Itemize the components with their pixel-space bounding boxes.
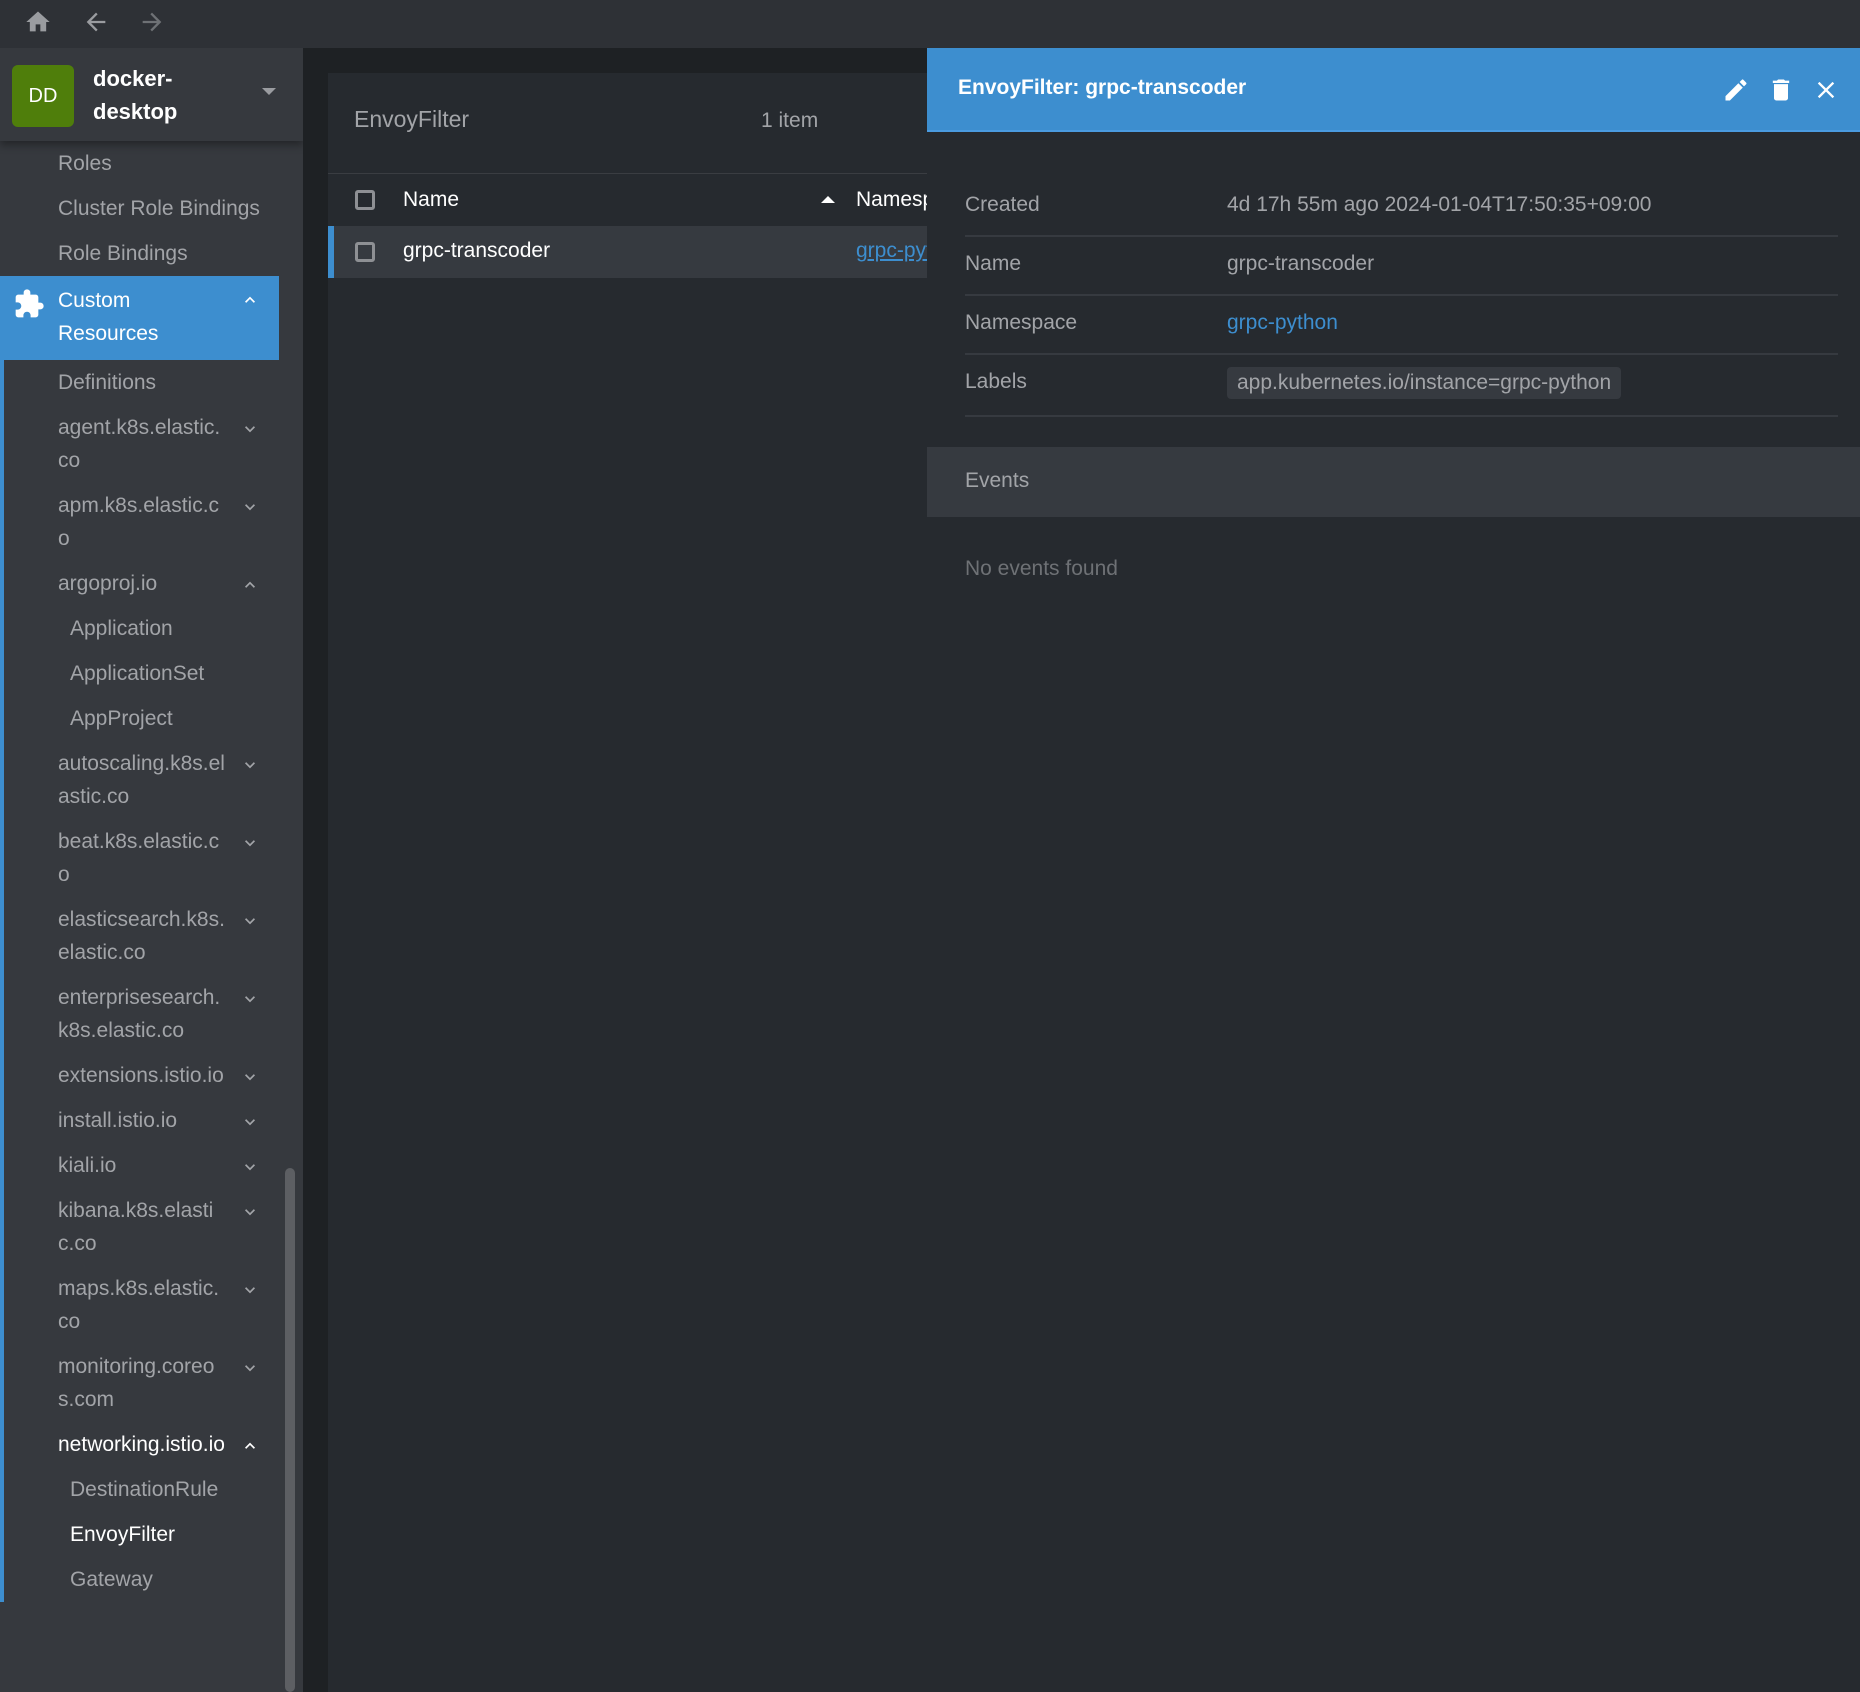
chevron-down-icon (245, 1074, 255, 1081)
chevron-down-icon (245, 426, 255, 433)
sidebar-item-custom-resources[interactable]: Custom Resources (0, 276, 279, 360)
created-value: 4d 17h 55m ago 2024-01-04T17:50:35+09:00 (1227, 193, 1652, 216)
details-header: EnvoyFilter: grpc-transcoder (927, 48, 1860, 132)
sidebar-group-networking-istio[interactable]: networking.istio.io (4, 1422, 303, 1467)
namespace-link[interactable]: grpc-python (1227, 311, 1338, 335)
trash-icon (1772, 79, 1790, 101)
sidebar-group-enterprisesearch[interactable]: enterprisesearch.k8s.elastic.co (4, 975, 303, 1053)
delete-button[interactable] (1765, 74, 1797, 106)
chevron-down-icon (245, 1287, 255, 1294)
puzzle-icon (15, 289, 44, 318)
chevron-down-icon (245, 1365, 255, 1372)
sidebar-group-agent[interactable]: agent.k8s.elastic.co (4, 405, 303, 483)
custom-resources-subtree: Definitions agent.k8s.elastic.co apm.k8s… (0, 360, 303, 1602)
cluster-avatar: DD (12, 65, 74, 127)
chevron-down-icon (245, 1164, 255, 1171)
sidebar-item-applicationset[interactable]: ApplicationSet (4, 651, 303, 696)
close-button[interactable] (1810, 74, 1842, 106)
row-checkbox[interactable] (355, 242, 375, 262)
chevron-up-icon (245, 1442, 255, 1449)
details-panel: EnvoyFilter: grpc-transcoder Created 4d … (927, 48, 1860, 1692)
sidebar-item-envoyfilter[interactable]: EnvoyFilter (4, 1512, 303, 1557)
sidebar-item-appproject[interactable]: AppProject (4, 696, 303, 741)
cluster-selector[interactable]: DD docker-desktop (0, 48, 303, 141)
resource-list-panel: EnvoyFilter 1 item Name Namespace grpc-t… (328, 73, 968, 1692)
sidebar-group-beat[interactable]: beat.k8s.elastic.co (4, 819, 303, 897)
detail-row-created: Created 4d 17h 55m ago 2024-01-04T17:50:… (965, 178, 1838, 237)
no-events-message: No events found (965, 557, 1118, 580)
sidebar-group-extensions-istio[interactable]: extensions.istio.io (4, 1053, 303, 1098)
created-label: Created (965, 193, 1040, 216)
chevron-down-icon (245, 1209, 255, 1216)
back-button[interactable] (78, 4, 114, 40)
details-title: EnvoyFilter: grpc-transcoder (958, 76, 1247, 99)
name-label: Name (965, 252, 1022, 275)
sidebar-item-roles[interactable]: Roles (0, 141, 303, 186)
sidebar-group-monitoring[interactable]: monitoring.coreos.com (4, 1344, 303, 1422)
chevron-down-icon (245, 504, 255, 511)
events-title: Events (965, 469, 1030, 492)
table-header: Name Namespace (328, 173, 968, 225)
sidebar-item-cluster-role-bindings[interactable]: Cluster Role Bindings (0, 186, 303, 231)
sidebar-group-apm[interactable]: apm.k8s.elastic.co (4, 483, 303, 561)
column-header-name[interactable]: Name (403, 188, 459, 212)
sidebar-group-kiali[interactable]: kiali.io (4, 1143, 303, 1188)
chevron-down-icon (245, 1119, 255, 1126)
chevron-down-icon (245, 762, 255, 769)
detail-row-namespace: Namespace grpc-python (965, 296, 1838, 355)
sort-ascending-icon[interactable] (821, 196, 835, 203)
sidebar-item-definitions[interactable]: Definitions (4, 360, 303, 405)
chevron-down-icon (245, 918, 255, 925)
sidebar-group-argoproj[interactable]: argoproj.io (4, 561, 303, 606)
sidebar-item-application[interactable]: Application (4, 606, 303, 651)
sidebar-group-autoscaling[interactable]: autoscaling.k8s.elastic.co (4, 741, 303, 819)
top-bar (0, 0, 1860, 48)
sidebar-gutter (303, 48, 328, 1692)
list-title: EnvoyFilter (354, 106, 470, 132)
item-count: 1 item (761, 109, 819, 132)
sidebar-item-destinationrule[interactable]: DestinationRule (4, 1467, 303, 1512)
name-value: grpc-transcoder (1227, 252, 1375, 275)
chevron-up-icon (245, 581, 255, 588)
home-button[interactable] (20, 4, 56, 40)
namespace-label: Namespace (965, 311, 1078, 334)
sidebar-nav: Roles Cluster Role Bindings Role Binding… (0, 141, 303, 1602)
arrow-left-icon (86, 12, 106, 32)
events-section-header: Events (927, 447, 1860, 517)
table-row[interactable]: grpc-transcoder grpc-python (328, 226, 967, 278)
labels-label: Labels (965, 370, 1027, 393)
sidebar-group-elasticsearch[interactable]: elasticsearch.k8s.elastic.co (4, 897, 303, 975)
chevron-down-icon (245, 996, 255, 1003)
caret-down-icon[interactable] (262, 88, 276, 95)
arrow-right-icon (142, 12, 162, 32)
row-name: grpc-transcoder (403, 239, 551, 262)
sidebar-group-kibana[interactable]: kibana.k8s.elastic.co (4, 1188, 303, 1266)
sidebar-item-role-bindings[interactable]: Role Bindings (0, 231, 303, 276)
sidebar-group-install-istio[interactable]: install.istio.io (4, 1098, 303, 1143)
detail-row-labels: Labels app.kubernetes.io/instance=grpc-p… (965, 355, 1838, 417)
chevron-down-icon (245, 840, 255, 847)
sidebar-group-maps[interactable]: maps.k8s.elastic.co (4, 1266, 303, 1344)
forward-button[interactable] (134, 4, 170, 40)
sidebar-item-gateway[interactable]: Gateway (4, 1557, 303, 1602)
label-chip: app.kubernetes.io/instance=grpc-python (1227, 367, 1622, 399)
cluster-name: docker-desktop (93, 66, 178, 124)
edit-button[interactable] (1720, 74, 1752, 106)
pencil-icon (1725, 79, 1747, 101)
select-all-checkbox[interactable] (355, 190, 375, 210)
close-icon (1817, 81, 1835, 99)
chevron-up-icon (245, 296, 255, 303)
home-icon (26, 11, 50, 32)
detail-row-name: Name grpc-transcoder (965, 237, 1838, 296)
sidebar: DD docker-desktop Roles Cluster Role Bin… (0, 48, 303, 1692)
sidebar-scrollbar[interactable] (285, 1168, 295, 1692)
